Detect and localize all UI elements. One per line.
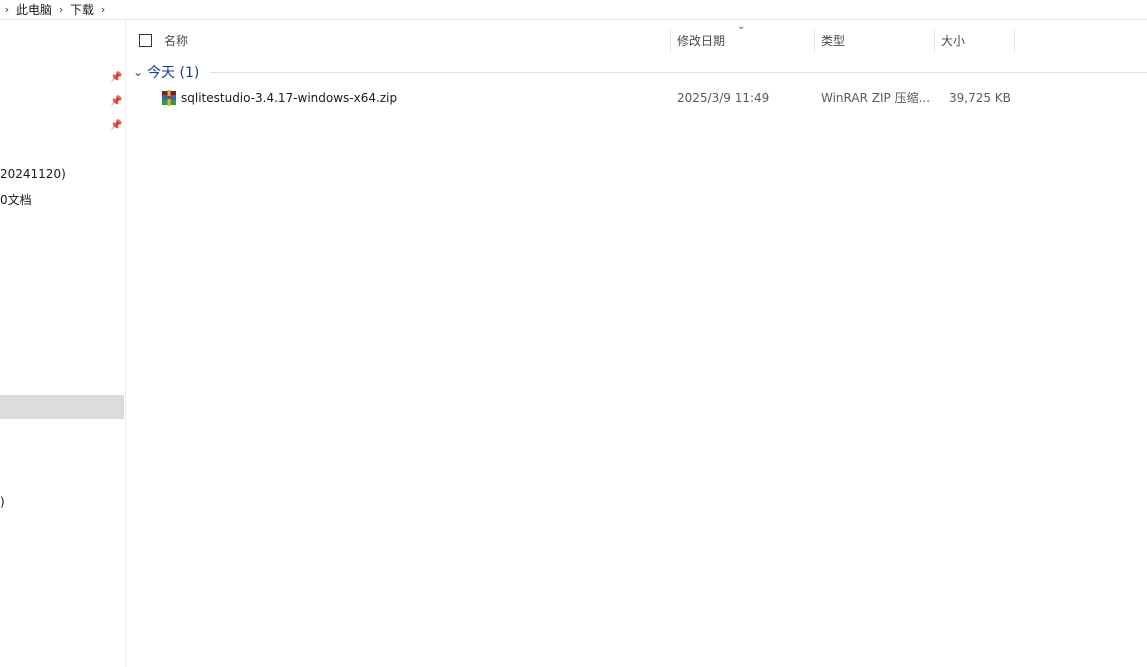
file-size: 39,725 KB: [949, 91, 1011, 105]
column-name[interactable]: 名称: [164, 27, 188, 55]
breadcrumb-item-downloads[interactable]: 下载: [68, 1, 96, 18]
file-modified: 2025/3/9 11:49: [677, 91, 770, 105]
sidebar-item-partial-1[interactable]: 20241120): [0, 167, 66, 181]
group-divider: [210, 72, 1147, 73]
winrar-zip-icon: [162, 90, 176, 106]
sidebar-item-selected[interactable]: [0, 395, 124, 419]
column-divider[interactable]: [1014, 29, 1015, 53]
column-type[interactable]: 类型: [821, 27, 845, 55]
sort-descending-icon: ⌄: [737, 21, 746, 32]
column-header: 名称 修改日期 ⌄ 类型 大小: [127, 21, 1147, 55]
column-size[interactable]: 大小: [941, 27, 965, 55]
navigation-pane: 📌 📌 📌 20241120) 0文档 ): [0, 20, 126, 667]
group-label: 今天 (1): [147, 65, 200, 81]
column-divider[interactable]: [814, 29, 815, 53]
column-modified[interactable]: 修改日期: [677, 27, 725, 55]
file-row[interactable]: sqlitestudio-3.4.17-windows-x64.zip 2025…: [127, 87, 1147, 109]
chevron-right-icon[interactable]: ›: [96, 3, 110, 16]
select-all-checkbox[interactable]: [139, 34, 152, 47]
chevron-right-icon[interactable]: ›: [0, 3, 14, 16]
pin-icon[interactable]: 📌: [110, 120, 122, 132]
breadcrumb-item-this-pc[interactable]: 此电脑: [14, 1, 54, 18]
column-divider[interactable]: [934, 29, 935, 53]
breadcrumb: › 此电脑 › 下载 ›: [0, 0, 1147, 20]
file-explorer-window: › 此电脑 › 下载 › 📌 📌 📌 20241120) 0文档 ) 名称 修改…: [0, 0, 1147, 667]
file-type: WinRAR ZIP 压缩...: [821, 91, 931, 105]
group-header-today[interactable]: ⌄ 今天 (1): [133, 62, 199, 82]
pin-icon[interactable]: 📌: [110, 72, 122, 84]
sidebar-item-partial-2[interactable]: 0文档: [0, 191, 32, 208]
sidebar-item-partial-3[interactable]: ): [0, 495, 5, 509]
pin-icon[interactable]: 📌: [110, 96, 122, 108]
chevron-right-icon[interactable]: ›: [54, 3, 68, 16]
chevron-down-icon[interactable]: ⌄: [133, 65, 143, 79]
file-name[interactable]: sqlitestudio-3.4.17-windows-x64.zip: [181, 87, 397, 109]
column-divider[interactable]: [670, 29, 671, 53]
